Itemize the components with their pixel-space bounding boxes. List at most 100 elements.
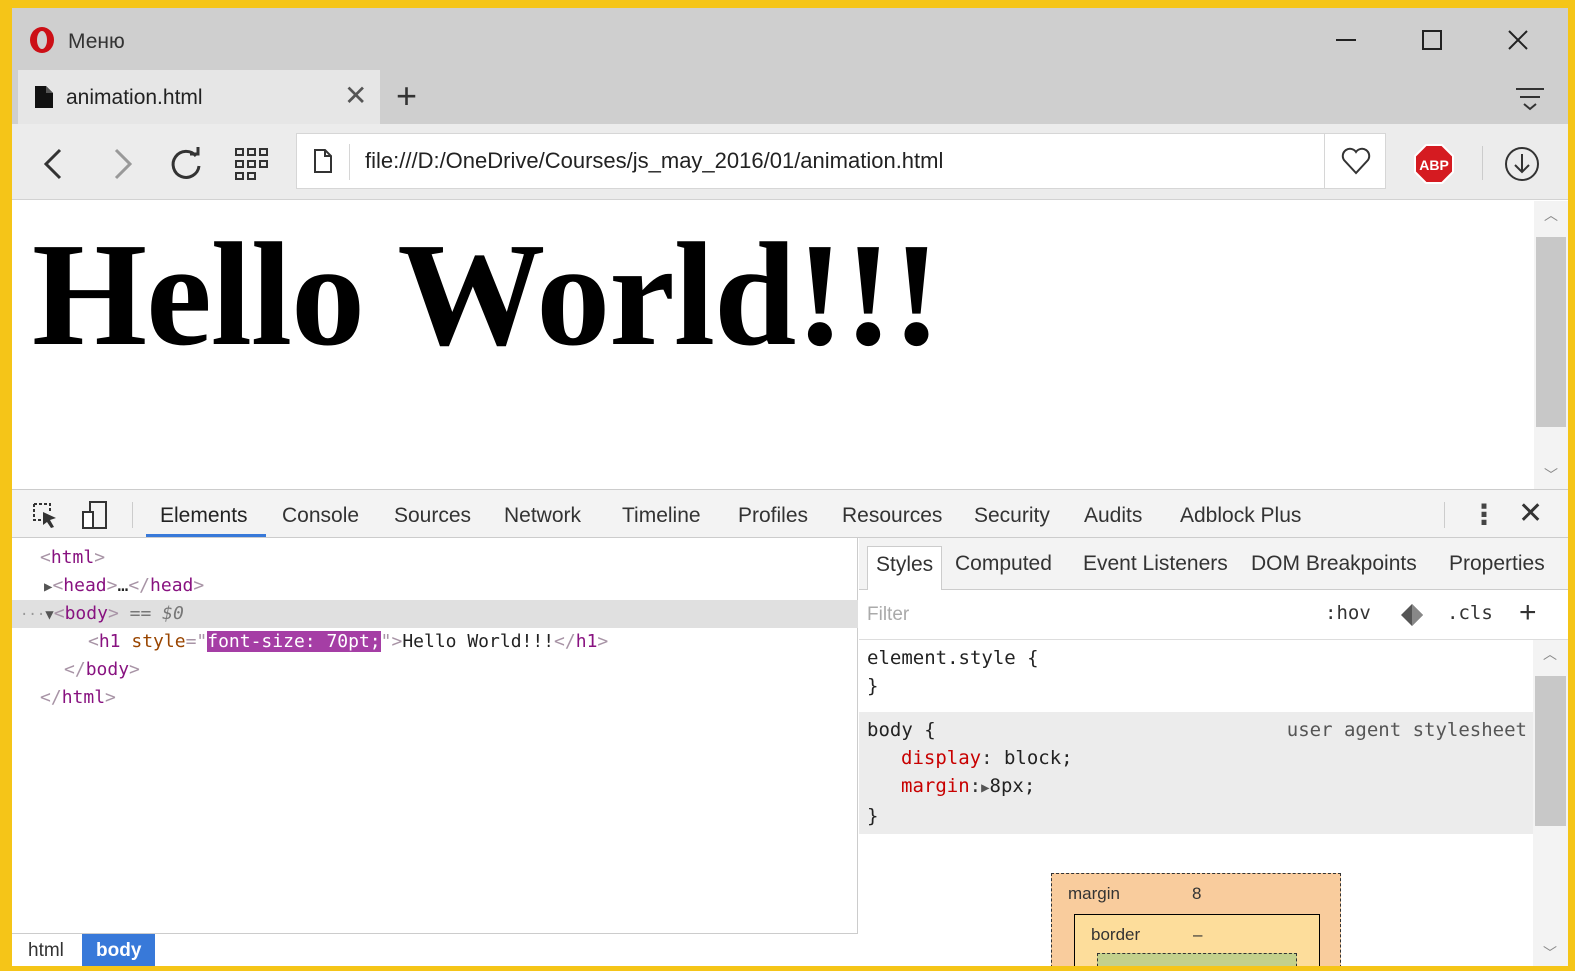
tab-menu-icon[interactable] bbox=[1514, 84, 1546, 112]
tab-dom-breakpoints[interactable]: DOM Breakpoints bbox=[1251, 552, 1417, 576]
download-icon[interactable] bbox=[1502, 144, 1542, 184]
tab-close-button[interactable]: ✕ bbox=[344, 79, 367, 112]
tab-network[interactable]: Network bbox=[504, 504, 581, 528]
address-bar[interactable]: file:///D:/OneDrive/Courses/js_may_2016/… bbox=[296, 133, 1386, 189]
prop-display[interactable]: display: block; bbox=[867, 744, 1533, 772]
tab-computed[interactable]: Computed bbox=[955, 552, 1052, 576]
tab-animation[interactable]: animation.html ✕ bbox=[18, 70, 380, 124]
page-scrollbar[interactable]: ︿ ﹀ bbox=[1534, 201, 1568, 489]
page-info-icon[interactable] bbox=[313, 148, 333, 174]
close-icon bbox=[1508, 30, 1528, 50]
breadcrumb: html body bbox=[12, 933, 858, 966]
class-toggle[interactable]: .cls bbox=[1447, 602, 1493, 624]
breadcrumb-body[interactable]: body bbox=[82, 934, 156, 966]
tab-styles[interactable]: Styles bbox=[867, 546, 943, 590]
dom-node-body-close[interactable]: </body> bbox=[12, 656, 858, 684]
dom-node-body[interactable]: ···▼<body> == $0 bbox=[12, 600, 858, 628]
tab-adblock-plus[interactable]: Adblock Plus bbox=[1180, 504, 1301, 528]
more-dots-icon: ··· bbox=[20, 607, 46, 623]
opera-logo-icon[interactable] bbox=[28, 26, 56, 54]
margin-label: margin bbox=[1068, 884, 1120, 903]
file-icon bbox=[35, 86, 53, 108]
devtools-panel: Elements Console Sources Network Timelin… bbox=[12, 489, 1568, 966]
url-text[interactable]: file:///D:/OneDrive/Courses/js_may_2016/… bbox=[365, 148, 943, 174]
scroll-down-icon[interactable]: ﹀ bbox=[1533, 941, 1567, 965]
dom-node-html-close[interactable]: </html> bbox=[12, 684, 858, 712]
tab-strip: animation.html ✕ + bbox=[12, 70, 1568, 124]
tab-sources[interactable]: Sources bbox=[394, 504, 471, 528]
box-model-border: border – bbox=[1074, 914, 1320, 966]
dom-node-html[interactable]: <html> bbox=[12, 544, 858, 572]
menu-label[interactable]: Меню bbox=[68, 30, 125, 54]
margin-value[interactable]: 8 bbox=[1192, 884, 1201, 904]
tab-audits[interactable]: Audits bbox=[1084, 504, 1142, 528]
tab-event-listeners[interactable]: Event Listeners bbox=[1083, 552, 1228, 576]
body-rule-close: } bbox=[867, 805, 879, 827]
prop-margin[interactable]: margin:▶8px; bbox=[867, 772, 1533, 802]
scroll-up-icon[interactable]: ︿ bbox=[1533, 642, 1567, 666]
hover-state-toggle[interactable]: :hov bbox=[1325, 602, 1371, 624]
tab-console[interactable]: Console bbox=[282, 504, 359, 528]
dom-node-head[interactable]: ▶<head>…</head> bbox=[12, 572, 858, 600]
heart-icon bbox=[1341, 147, 1370, 175]
adblock-plus-icon[interactable]: ABP bbox=[1414, 144, 1454, 184]
navigation-toolbar: file:///D:/OneDrive/Courses/js_may_2016/… bbox=[12, 124, 1568, 200]
inspect-element-icon[interactable] bbox=[30, 500, 60, 530]
page-scroll-thumb[interactable] bbox=[1536, 237, 1566, 427]
filter-input[interactable]: Filter bbox=[867, 604, 909, 626]
title-bar: Меню bbox=[12, 8, 1568, 70]
forward-icon[interactable] bbox=[102, 144, 142, 184]
breadcrumb-html[interactable]: html bbox=[14, 934, 78, 966]
tab-profiles[interactable]: Profiles bbox=[738, 504, 808, 528]
tab-elements[interactable]: Elements bbox=[160, 504, 248, 528]
reload-icon[interactable] bbox=[166, 144, 206, 184]
bookmark-button[interactable] bbox=[1324, 133, 1386, 189]
styles-scroll-thumb[interactable] bbox=[1535, 676, 1566, 826]
styles-tabbar: Styles Computed Event Listeners DOM Brea… bbox=[859, 538, 1568, 590]
expand-triangle-icon[interactable]: ▶ bbox=[981, 780, 989, 796]
rule-origin: user agent stylesheet bbox=[1286, 719, 1527, 741]
toolbar-divider bbox=[1482, 146, 1483, 180]
maximize-button[interactable] bbox=[1410, 18, 1454, 62]
element-style-close: } bbox=[867, 675, 879, 697]
back-icon[interactable] bbox=[34, 144, 74, 184]
tab-timeline[interactable]: Timeline bbox=[622, 504, 701, 528]
styles-filter-row: Filter :hov .cls + bbox=[859, 590, 1568, 640]
element-style-rule[interactable]: element.style { } bbox=[859, 644, 1533, 706]
tab-resources[interactable]: Resources bbox=[842, 504, 942, 528]
minimize-button[interactable] bbox=[1324, 18, 1368, 62]
border-value[interactable]: – bbox=[1193, 925, 1202, 945]
page-heading: Hello World!!! bbox=[32, 213, 941, 377]
devtools-divider bbox=[1444, 502, 1445, 528]
color-format-icon[interactable] bbox=[1399, 602, 1425, 628]
close-window-button[interactable] bbox=[1496, 18, 1540, 62]
tab-security[interactable]: Security bbox=[974, 504, 1050, 528]
styles-panel: Styles Computed Event Listeners DOM Brea… bbox=[859, 538, 1568, 966]
browser-window: Меню animation.html ✕ + file:///D:/OneDr… bbox=[12, 8, 1568, 966]
devtools-tabbar: Elements Console Sources Network Timelin… bbox=[12, 490, 1568, 538]
address-divider bbox=[349, 144, 350, 180]
scroll-down-icon[interactable]: ﹀ bbox=[1534, 463, 1568, 487]
scroll-up-icon[interactable]: ︿ bbox=[1534, 203, 1568, 227]
device-toolbar-icon[interactable] bbox=[80, 500, 110, 530]
new-rule-button[interactable]: + bbox=[1519, 596, 1537, 630]
box-model-margin: margin 8 border – bbox=[1051, 873, 1341, 966]
box-model-padding bbox=[1097, 953, 1297, 966]
abp-label: ABP bbox=[1419, 157, 1449, 173]
tab-properties[interactable]: Properties bbox=[1449, 552, 1545, 576]
devtools-menu-icon[interactable]: ⋮ bbox=[1470, 498, 1498, 531]
style-attr-highlight: font-size: 70pt; bbox=[207, 631, 381, 652]
minimize-icon bbox=[1336, 39, 1356, 41]
element-style-selector: element.style { bbox=[867, 647, 1039, 669]
active-tab-indicator bbox=[146, 534, 266, 537]
page-viewport: Hello World!!! bbox=[12, 201, 1534, 489]
border-label: border bbox=[1091, 925, 1141, 944]
devtools-divider bbox=[132, 502, 133, 528]
body-style-rule[interactable]: body { user agent stylesheet display: bl… bbox=[859, 712, 1533, 834]
speed-dial-icon[interactable] bbox=[232, 144, 272, 184]
devtools-close-icon[interactable]: ✕ bbox=[1518, 496, 1543, 531]
styles-scrollbar[interactable]: ︿ ﹀ bbox=[1533, 640, 1568, 966]
dom-node-h1[interactable]: <h1 style="font-size: 70pt;">Hello World… bbox=[12, 628, 858, 656]
new-tab-button[interactable]: + bbox=[396, 75, 417, 117]
collapse-triangle-icon[interactable]: ▼ bbox=[45, 607, 53, 623]
